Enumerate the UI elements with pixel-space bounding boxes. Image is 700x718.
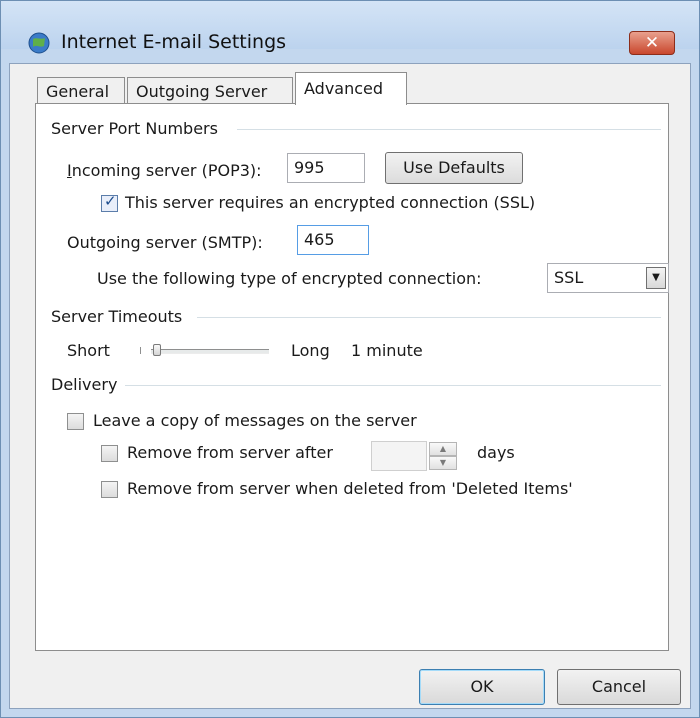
tab-label: General	[46, 82, 110, 101]
spin-down-icon[interactable]: ▼	[429, 456, 457, 470]
advanced-tab-page	[35, 103, 669, 651]
window-title: Internet E-mail Settings	[61, 31, 287, 53]
close-icon: ✕	[644, 33, 660, 53]
section-divider	[125, 385, 661, 386]
tab-label: Outgoing Server	[136, 82, 268, 101]
incoming-port-input[interactable]: 995	[287, 153, 365, 183]
timeout-short-label: Short	[67, 341, 110, 360]
section-server-timeouts-label: Server Timeouts	[51, 307, 189, 326]
incoming-server-label-rest: ncoming server (POP3):	[71, 161, 262, 180]
ok-button[interactable]: OK	[419, 669, 545, 705]
section-server-ports-label: Server Port Numbers	[51, 119, 224, 138]
dialog-window: Internet E-mail Settings ✕ General Outgo…	[0, 0, 700, 718]
outgoing-server-label: Outgoing server (SMTP):	[67, 233, 263, 252]
chevron-down-icon[interactable]: ▼	[646, 267, 666, 289]
days-label: days	[477, 443, 515, 462]
section-divider	[197, 317, 661, 318]
remove-after-label: Remove from server after	[127, 443, 333, 462]
checkmark-icon: ✓	[104, 192, 117, 210]
timeout-long-label: Long	[291, 341, 330, 360]
globe-mail-icon	[28, 32, 50, 54]
close-button[interactable]: ✕	[629, 31, 675, 55]
timeout-slider-track[interactable]	[151, 349, 269, 354]
leave-copy-checkbox[interactable]	[67, 413, 84, 430]
use-defaults-button[interactable]: Use Defaults	[385, 152, 523, 184]
remove-deleted-label: Remove from server when deleted from 'De…	[127, 479, 573, 498]
section-delivery-label: Delivery	[51, 375, 124, 394]
tab-general[interactable]: General	[37, 77, 125, 103]
remove-after-days-input[interactable]	[371, 441, 427, 471]
tab-advanced[interactable]: Advanced	[295, 72, 407, 105]
encryption-type-label: Use the following type of encrypted conn…	[97, 269, 482, 288]
use-defaults-label: Use Defaults	[403, 158, 505, 177]
outgoing-port-input[interactable]: 465	[297, 225, 369, 255]
remove-deleted-checkbox[interactable]	[101, 481, 118, 498]
tab-label: Advanced	[304, 79, 384, 98]
ssl-checkbox-label: This server requires an encrypted connec…	[125, 193, 536, 212]
ssl-checkbox[interactable]: ✓	[101, 192, 118, 212]
ok-label: OK	[470, 677, 494, 696]
timeout-value-label: 1 minute	[351, 341, 423, 360]
remove-after-checkbox[interactable]	[101, 445, 118, 462]
section-divider	[237, 129, 661, 130]
slider-tick	[140, 347, 145, 354]
leave-copy-label: Leave a copy of messages on the server	[93, 411, 417, 430]
cancel-label: Cancel	[591, 677, 647, 696]
cancel-button[interactable]: Cancel	[557, 669, 681, 705]
tab-outgoing-server[interactable]: Outgoing Server	[127, 77, 293, 103]
incoming-server-label: Incoming server (POP3):	[67, 161, 262, 180]
encryption-type-value: SSL	[554, 268, 584, 287]
spin-up-icon[interactable]: ▲	[429, 442, 457, 456]
timeout-slider-thumb[interactable]	[153, 344, 161, 356]
encryption-type-select[interactable]: SSL ▼	[547, 263, 669, 293]
